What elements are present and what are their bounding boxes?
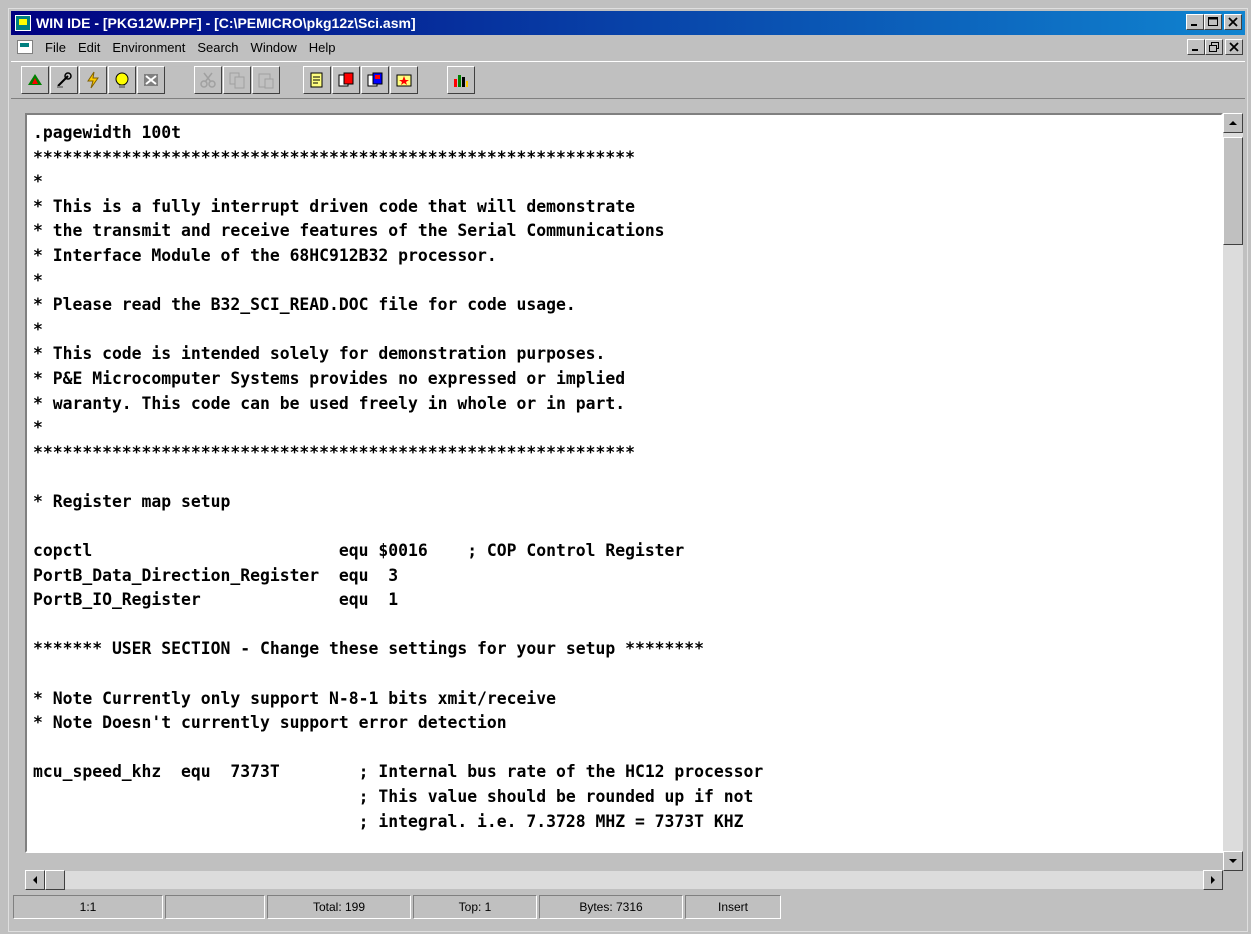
document-caption-buttons — [1187, 39, 1243, 55]
code-line: ; This value should be rounded up if not — [33, 787, 754, 807]
code-line: * Note Doesn't currently support error d… — [33, 713, 507, 733]
code-editor[interactable]: .pagewidth 100t ************************… — [25, 113, 1223, 853]
build-icon[interactable] — [50, 66, 78, 94]
code-text[interactable]: .pagewidth 100t ************************… — [33, 121, 763, 834]
new-file-icon[interactable] — [303, 66, 331, 94]
menu-edit[interactable]: Edit — [72, 40, 106, 55]
minimize-icon[interactable] — [1187, 39, 1205, 55]
run-icon[interactable] — [21, 66, 49, 94]
code-line: * — [33, 418, 43, 438]
status-total: Total: 199 — [267, 895, 411, 919]
code-line: * — [33, 270, 43, 290]
tools-icon[interactable] — [137, 66, 165, 94]
code-line: ****************************************… — [33, 442, 635, 462]
lightning-icon[interactable] — [79, 66, 107, 94]
scroll-up-icon[interactable] — [1223, 113, 1243, 133]
menu-search[interactable]: Search — [191, 40, 244, 55]
code-line: * This code is intended solely for demon… — [33, 344, 606, 364]
code-line: * — [33, 319, 43, 339]
close-icon[interactable] — [1224, 14, 1242, 30]
save-file-icon[interactable] — [361, 66, 389, 94]
toolbar — [11, 61, 1245, 99]
code-line: * the transmit and receive features of t… — [33, 221, 665, 241]
menu-bar: File Edit Environment Search Window Help — [11, 36, 1245, 58]
status-position: 1:1 — [13, 895, 163, 919]
code-line: * Please read the B32_SCI_READ.DOC file … — [33, 295, 576, 315]
minimize-icon[interactable] — [1186, 14, 1204, 30]
menu-environment[interactable]: Environment — [106, 40, 191, 55]
code-line: * Note Currently only support N-8-1 bits… — [33, 688, 557, 708]
star-icon[interactable] — [390, 66, 418, 94]
menu-help[interactable]: Help — [303, 40, 342, 55]
scroll-down-icon[interactable] — [1223, 851, 1243, 871]
code-line: * Register map setup — [33, 491, 231, 511]
document-icon[interactable] — [17, 40, 33, 54]
code-line: * This is a fully interrupt driven code … — [33, 196, 635, 216]
window-caption-buttons — [1186, 14, 1242, 30]
title-bar[interactable]: WIN IDE - [PKG12W.PPF] - [C:\PEMICRO\pkg… — [11, 11, 1245, 35]
status-bytes: Bytes: 7316 — [539, 895, 683, 919]
status-empty — [165, 895, 265, 919]
scroll-left-icon[interactable] — [25, 870, 45, 890]
code-line: PortB_Data_Direction_Register equ 3 — [33, 565, 399, 585]
code-line: mcu_speed_khz equ 7373T ; Internal bus r… — [33, 762, 764, 782]
open-file-icon[interactable] — [332, 66, 360, 94]
status-top: Top: 1 — [413, 895, 537, 919]
cut-icon[interactable] — [194, 66, 222, 94]
paste-icon[interactable] — [252, 66, 280, 94]
horizontal-scroll-thumb[interactable] — [45, 870, 65, 890]
app-icon[interactable] — [15, 15, 31, 31]
code-line: ****************************************… — [33, 147, 635, 167]
scroll-right-icon[interactable] — [1203, 870, 1223, 890]
window-title: WIN IDE - [PKG12W.PPF] - [C:\PEMICRO\pkg… — [36, 15, 416, 31]
status-bar: 1:1 Total: 199 Top: 1 Bytes: 7316 Insert — [13, 895, 1243, 923]
code-line: * — [33, 172, 43, 192]
maximize-icon[interactable] — [1204, 14, 1222, 30]
copy-icon[interactable] — [223, 66, 251, 94]
menu-window[interactable]: Window — [245, 40, 303, 55]
close-icon[interactable] — [1225, 39, 1243, 55]
code-line: * P&E Microcomputer Systems provides no … — [33, 368, 626, 388]
code-line: * waranty. This code can be used freely … — [33, 393, 626, 413]
ide-window: WIN IDE - [PKG12W.PPF] - [C:\PEMICRO\pkg… — [8, 8, 1248, 932]
code-line: ******* USER SECTION - Change these sett… — [33, 639, 705, 659]
menu-file[interactable]: File — [39, 40, 72, 55]
code-line: * Interface Module of the 68HC912B32 pro… — [33, 245, 497, 265]
code-line: ; integral. i.e. 7.3728 MHZ = 7373T KHZ — [33, 811, 744, 831]
status-mode: Insert — [685, 895, 781, 919]
code-line: PortB_IO_Register equ 1 — [33, 590, 399, 610]
code-line: .pagewidth 100t — [33, 123, 182, 142]
horizontal-scrollbar[interactable] — [25, 870, 1223, 890]
lamp-icon[interactable] — [108, 66, 136, 94]
code-line: copctl equ $0016 ; COP Control Register — [33, 541, 685, 561]
restore-icon[interactable] — [1205, 39, 1223, 55]
chart-icon[interactable] — [447, 66, 475, 94]
vertical-scroll-thumb[interactable] — [1223, 137, 1243, 245]
vertical-scrollbar[interactable] — [1223, 113, 1243, 871]
